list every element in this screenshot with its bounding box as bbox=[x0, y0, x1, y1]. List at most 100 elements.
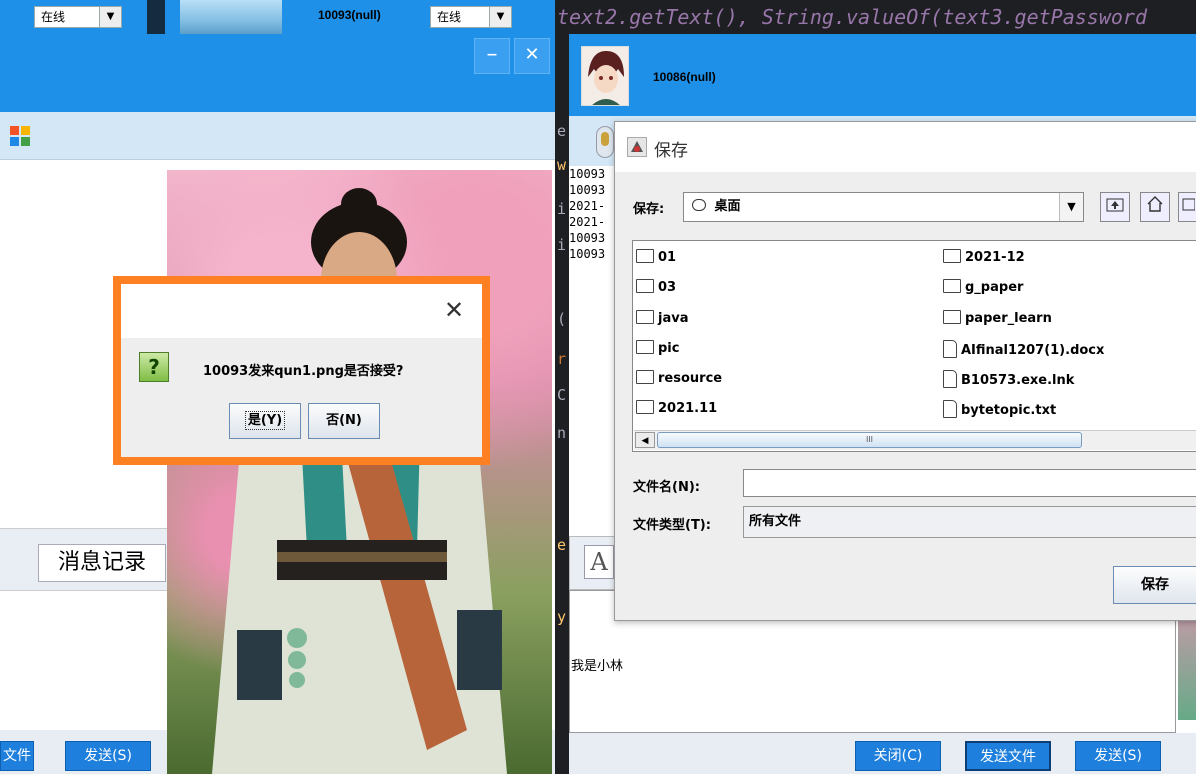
strip-avatar-image bbox=[180, 0, 282, 34]
java-app-icon bbox=[627, 137, 647, 157]
list-item[interactable]: g_paper bbox=[943, 279, 1023, 295]
folder-icon bbox=[943, 249, 961, 263]
chevron-down-icon: ▼ bbox=[489, 7, 511, 27]
file-icon bbox=[943, 400, 957, 418]
file-name: 2021-12 bbox=[965, 250, 1025, 265]
file-name: B10573.exe.lnk bbox=[961, 373, 1075, 388]
folder-icon bbox=[636, 370, 654, 384]
folder-icon bbox=[636, 310, 654, 324]
gutter-letter: r bbox=[557, 350, 567, 368]
gutter-letter: ( bbox=[557, 310, 567, 328]
file-icon bbox=[943, 340, 957, 358]
history-line: 10093 bbox=[569, 167, 606, 181]
file-name: AIfinal1207(1).docx bbox=[961, 343, 1105, 358]
save-dialog-title: 保存 bbox=[654, 141, 688, 160]
left-toolbar bbox=[0, 112, 555, 160]
microphone-icon[interactable] bbox=[596, 126, 614, 158]
gutter-letter: e bbox=[557, 536, 567, 554]
scroll-thumb[interactable]: III bbox=[657, 432, 1082, 448]
list-item[interactable]: 01 bbox=[636, 249, 676, 265]
strip-user-name: 10093(null) bbox=[318, 8, 381, 22]
file-name: 2021.11 bbox=[658, 401, 718, 416]
gutter-letter: w bbox=[557, 156, 567, 174]
apps-icon[interactable] bbox=[10, 126, 30, 146]
right-message-history: 10093 10093 2021- 2021- 10093 10093 bbox=[569, 166, 619, 536]
close-button[interactable]: ✕ bbox=[514, 38, 550, 74]
highlight-frame bbox=[113, 276, 490, 465]
list-item[interactable]: paper_learn bbox=[943, 310, 1052, 326]
folder-icon bbox=[636, 279, 654, 293]
chevron-down-icon: ▼ bbox=[99, 7, 121, 27]
file-icon bbox=[943, 370, 957, 388]
folder-icon bbox=[943, 279, 961, 293]
message-history-button[interactable]: 消息记录 bbox=[38, 544, 166, 582]
minimize-button[interactable]: – bbox=[474, 38, 510, 74]
list-item[interactable]: B10573.exe.lnk bbox=[943, 370, 1074, 388]
list-item[interactable]: AIfinal1207(1).docx bbox=[943, 340, 1104, 358]
gutter-letter: i bbox=[557, 236, 567, 254]
folder-icon bbox=[636, 340, 654, 354]
file-name: bytetopic.txt bbox=[961, 403, 1057, 418]
list-item[interactable]: 2021-12 bbox=[943, 249, 1025, 265]
status-combo[interactable]: 在线 ▼ bbox=[34, 6, 122, 28]
history-line: 10093 bbox=[569, 183, 606, 197]
up-folder-icon[interactable] bbox=[1100, 192, 1130, 222]
minimize-icon: – bbox=[486, 42, 498, 67]
save-button[interactable]: 保存 bbox=[1113, 566, 1196, 604]
list-item[interactable]: 03 bbox=[636, 279, 676, 295]
gutter-letter: i bbox=[557, 200, 567, 218]
left-input-area[interactable] bbox=[0, 590, 170, 740]
home-icon[interactable] bbox=[1140, 192, 1170, 222]
save-location-value: 桌面 bbox=[714, 199, 741, 214]
save-in-label: 保存: bbox=[633, 202, 665, 217]
send-file-button[interactable]: 发送文件 bbox=[965, 741, 1051, 771]
right-user-name: 10086(null) bbox=[653, 70, 716, 84]
close-chat-button[interactable]: 关闭(C) bbox=[855, 741, 941, 771]
right-format-bar: A bbox=[569, 536, 619, 590]
character-figure bbox=[212, 188, 507, 774]
history-line: 10093 bbox=[569, 231, 606, 245]
status-combo-value: 在线 bbox=[41, 10, 66, 24]
chevron-down-icon: ▼ bbox=[1059, 193, 1083, 221]
character-image bbox=[167, 170, 552, 774]
file-name: 03 bbox=[658, 280, 677, 295]
new-folder-icon[interactable] bbox=[1178, 192, 1196, 222]
save-dialog-titlebar bbox=[615, 122, 1196, 172]
list-item[interactable]: 2021.11 bbox=[636, 400, 717, 416]
left-window-header bbox=[0, 34, 555, 112]
file-name: resource bbox=[658, 371, 723, 386]
file-name: 01 bbox=[658, 250, 677, 265]
list-item[interactable]: resource bbox=[636, 370, 722, 386]
avatar-figure bbox=[588, 51, 624, 105]
history-line: 2021- bbox=[569, 199, 606, 213]
folder-icon bbox=[636, 400, 654, 414]
scroll-left-arrow-icon[interactable]: ◀ bbox=[635, 432, 655, 448]
filetype-label: 文件类型(T): bbox=[633, 518, 711, 533]
file-name: pic bbox=[658, 341, 680, 356]
strip-status-combo[interactable]: 在线 ▼ bbox=[430, 6, 512, 28]
strip-divider bbox=[147, 0, 165, 34]
right-send-button[interactable]: 发送(S) bbox=[1075, 741, 1161, 771]
filetype-select[interactable]: 所有文件 bbox=[743, 506, 1196, 538]
avatar bbox=[581, 46, 629, 106]
folder-icon bbox=[943, 310, 961, 324]
filename-field[interactable] bbox=[743, 469, 1196, 497]
list-item[interactable]: java bbox=[636, 310, 688, 326]
code-editor-line: text2.getText(), String.valueOf(text3.ge… bbox=[555, 0, 1196, 34]
strip-status-value: 在线 bbox=[437, 10, 462, 24]
save-location-select[interactable]: 桌面 ▼ bbox=[683, 192, 1084, 222]
code-editor-gutter bbox=[555, 34, 569, 774]
file-name: paper_learn bbox=[965, 311, 1052, 326]
gutter-letter: C bbox=[557, 386, 567, 404]
list-item[interactable]: bytetopic.txt bbox=[943, 400, 1056, 418]
list-item[interactable]: pic bbox=[636, 340, 679, 356]
right-input-text: 我是小林 bbox=[571, 659, 624, 674]
file-name: java bbox=[658, 311, 689, 326]
font-format-button[interactable]: A bbox=[584, 545, 614, 579]
gutter-letter: y bbox=[557, 608, 567, 626]
send-file-button-partial[interactable]: 文件 bbox=[0, 741, 34, 771]
gutter-letter: n bbox=[557, 424, 567, 442]
left-send-button[interactable]: 发送(S) bbox=[65, 741, 151, 771]
file-list[interactable] bbox=[632, 240, 1196, 452]
gutter-letter: e bbox=[557, 122, 567, 140]
